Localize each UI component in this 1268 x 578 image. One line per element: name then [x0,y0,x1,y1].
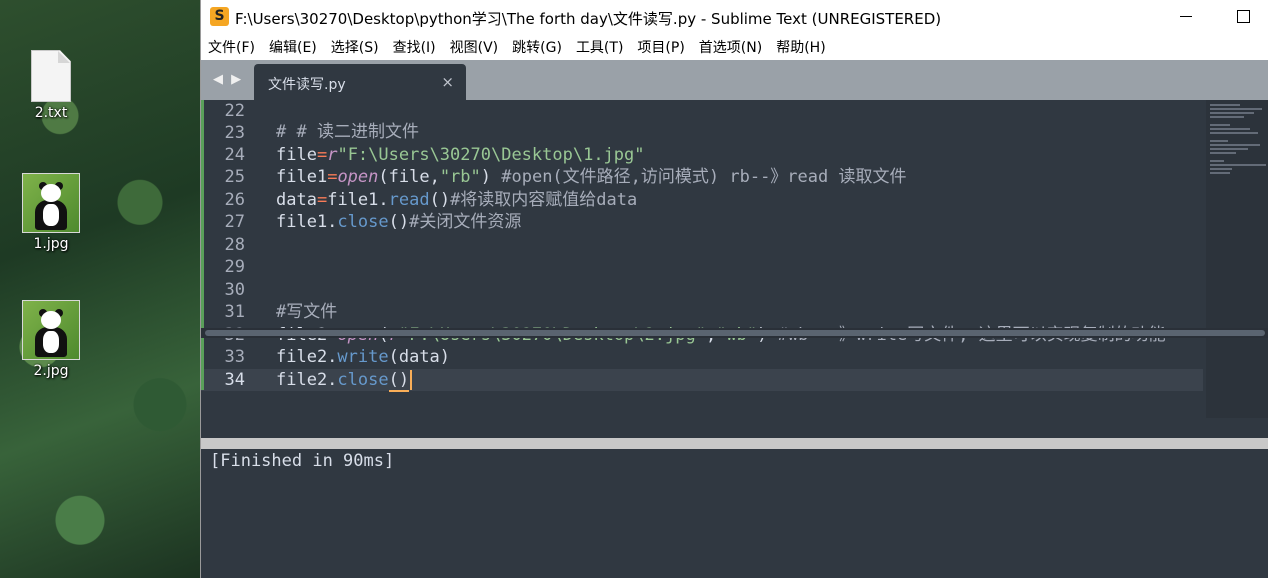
matched-bracket: ) [398,370,410,392]
image-thumbnail-icon [22,300,80,360]
code-token: () [429,190,451,210]
desktop-icon-1-jpg[interactable]: 1.jpg [11,173,91,252]
code-line-25: file1=open(file,"rb") #open(文件路径,访问模式) r… [276,166,906,188]
modified-lines-marker [201,100,204,390]
code-line-27: file1.close()#关闭文件资源 [276,211,521,233]
desktop-icon-label: 2.jpg [33,363,69,379]
menu-help[interactable]: 帮助(H) [776,37,825,57]
operator-token: = [316,190,328,210]
menu-find[interactable]: 查找(I) [393,37,436,57]
method-token: close [337,370,389,390]
operator-token: = [316,145,328,165]
title-bar[interactable]: S F:\Users\30270\Desktop\python学习\The fo… [201,0,1268,34]
operator-token: = [327,167,338,187]
code-line-24: file=r"F:\Users\30270\Desktop\1.jpg" [276,144,645,166]
code-token: () [388,212,410,232]
builtin-token: open [337,167,379,187]
tab-bar: ◀ ▶ 文件读写.py × [201,60,1268,100]
code-editor[interactable]: 22 23 24 25 26 27 28 29 30 31 32 33 34 #… [201,100,1268,428]
comment-token: #关闭文件资源 [409,212,522,232]
code-token: file1. [276,212,338,232]
window-title: F:\Users\30270\Desktop\python学习\The fort… [235,10,942,28]
sublime-app-icon: S [210,7,229,26]
desktop-icon-2-txt[interactable]: 2.txt [11,50,91,121]
code-token: ) [480,167,502,187]
line-number: 22 [224,101,245,121]
tab-close-icon[interactable]: × [441,73,454,91]
line-number-gutter: 22 23 24 25 26 27 28 29 30 31 32 33 34 [201,100,269,428]
code-token: data [276,190,317,210]
line-number: 31 [224,302,245,322]
tab-label: 文件读写.py [268,77,346,93]
method-token: read [388,190,430,210]
line-number: 28 [224,235,245,255]
menu-bar: 文件(F) 编辑(E) 选择(S) 查找(I) 视图(V) 跳转(G) 工具(T… [201,34,1268,60]
line-number: 25 [224,167,245,187]
comment-token: #写文件 [276,302,338,322]
line-number: 27 [224,212,245,232]
tab-nav-arrows-icon[interactable]: ◀ ▶ [213,72,243,87]
minimap[interactable] [1206,100,1268,418]
menu-edit[interactable]: 编辑(E) [269,37,317,57]
line-number-current: 34 [201,369,269,391]
text-file-icon [31,50,71,102]
maximize-icon[interactable] [1231,5,1255,29]
line-number: 30 [224,280,245,300]
menu-project[interactable]: 项目(P) [637,37,684,57]
code-line-26: data=file1.read()#将读取内容赋值给data [276,189,637,211]
code-token: file1 [276,167,328,187]
comment-token: # # 读二进制文件 [276,122,419,142]
desktop-icon-label: 1.jpg [33,236,69,252]
menu-selection[interactable]: 选择(S) [331,37,379,57]
code-token: file1. [327,190,389,210]
code-line-33: file2.write(data) [276,346,450,368]
line-number: 26 [224,190,245,210]
menu-preferences[interactable]: 首选项(N) [699,37,762,57]
code-token: (file, [378,167,440,187]
line-number: 29 [224,257,245,277]
scrollbar-thumb[interactable] [205,330,1265,336]
desktop-background: 2.txt 1.jpg 2.jpg [0,0,200,578]
build-output-text: [Finished in 90ms] [210,451,395,471]
string-token: "F:\Users\30270\Desktop\1.jpg" [337,145,645,165]
tab-file-rw-py[interactable]: 文件读写.py × [254,64,466,100]
comment-token: #将读取内容赋值给data [450,190,638,210]
code-token: file [276,145,317,165]
method-token: close [337,212,389,232]
comment-token: #open(文件路径,访问模式) rb--》read 读取文件 [501,167,907,187]
matched-bracket: ( [388,370,399,392]
build-output-panel[interactable]: [Finished in 90ms] [201,449,1268,578]
desktop-icon-label: 2.txt [34,105,68,121]
menu-view[interactable]: 视图(V) [450,37,499,57]
code-line-31: #写文件 [276,301,337,323]
string-prefix-token: r [327,145,338,165]
method-token: write [337,347,389,367]
code-line-23: # # 读二进制文件 [276,121,419,143]
desktop-icon-2-jpg[interactable]: 2.jpg [11,300,91,379]
text-cursor [410,370,413,390]
line-number: 33 [224,347,245,367]
minimize-icon[interactable] [1174,5,1198,29]
menu-tools[interactable]: 工具(T) [576,37,623,57]
code-line-34: file2.close() [276,369,413,392]
code-token: file2. [276,370,338,390]
code-token: (data) [388,347,451,367]
image-thumbnail-icon [22,173,80,233]
string-token: "rb" [439,167,481,187]
code-token: file2. [276,347,338,367]
horizontal-scrollbar[interactable] [201,328,1268,338]
line-number: 23 [224,123,245,143]
line-number: 24 [224,145,245,165]
menu-goto[interactable]: 跳转(G) [512,37,562,57]
panel-divider[interactable] [201,438,1268,449]
sublime-window: S F:\Users\30270\Desktop\python学习\The fo… [200,0,1268,578]
menu-file[interactable]: 文件(F) [208,37,255,57]
